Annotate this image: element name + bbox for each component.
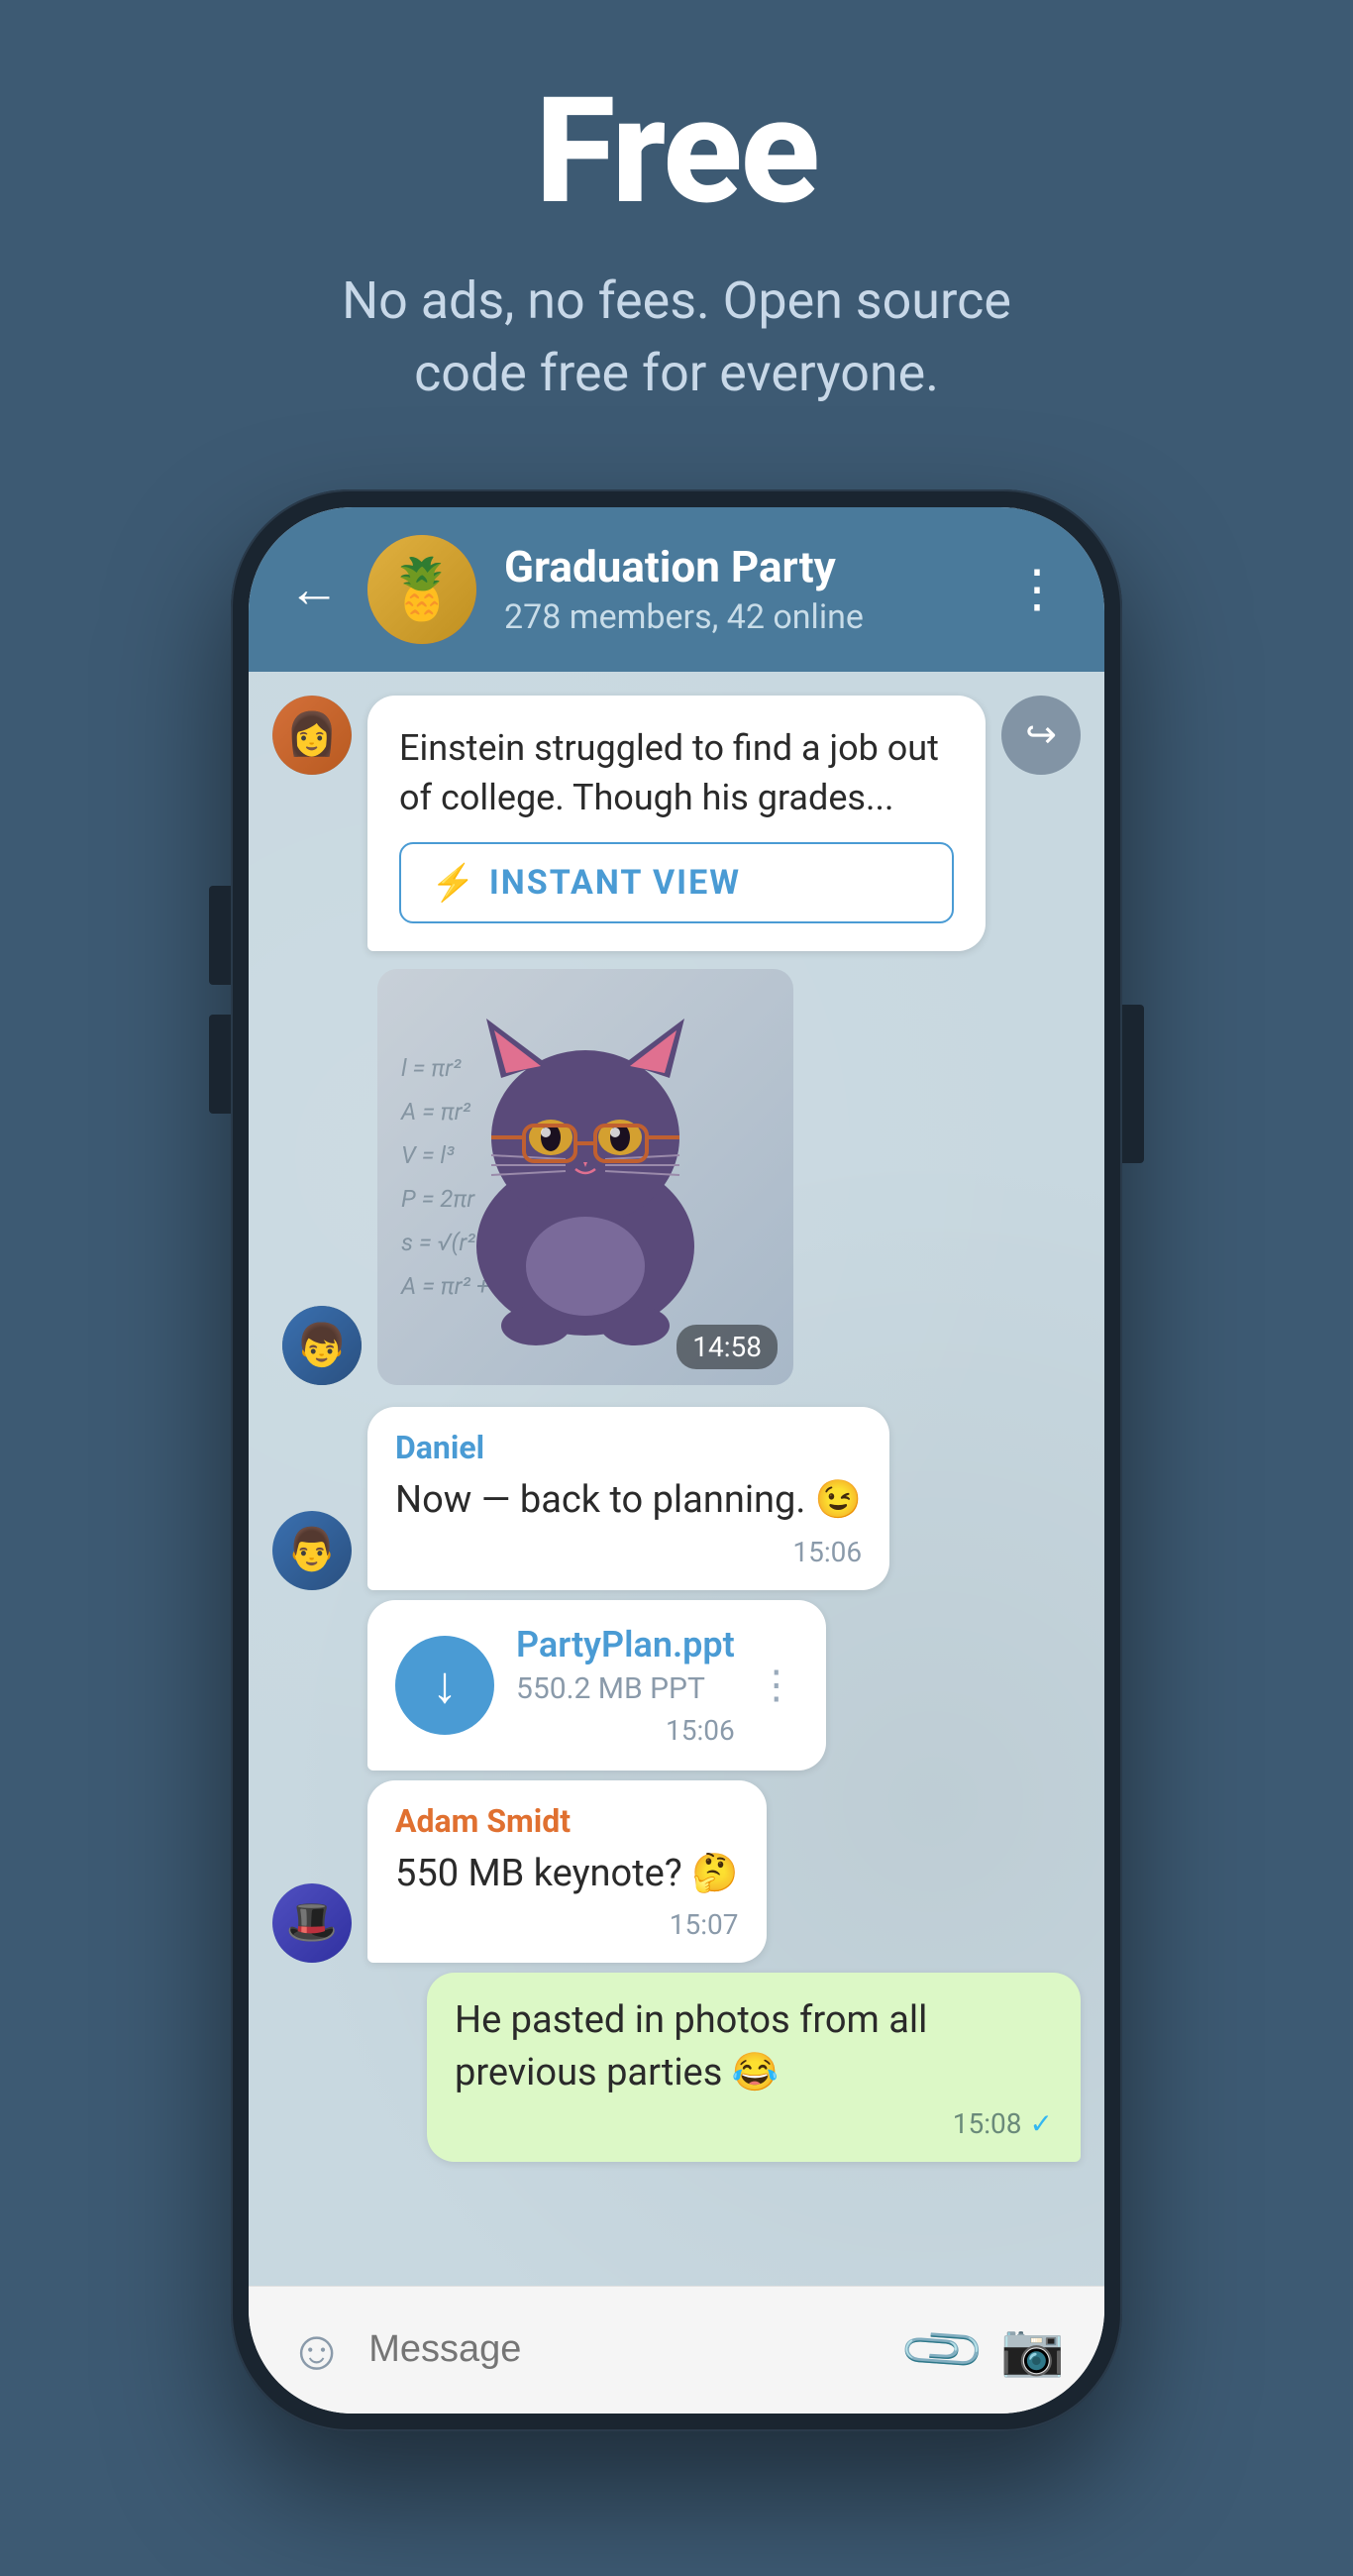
side-buttons-left [209,886,231,1114]
my-message-time-row: 15:08 ✓ [455,2107,1053,2140]
file-download-icon-circle[interactable]: ↓ [395,1636,494,1735]
my-message-text: He pasted in photos from all previous pa… [455,1994,1053,2099]
group-name: Graduation Party [504,541,984,593]
daniel-bubble: Daniel Now — back to planning. 😉 15:06 [367,1407,889,1589]
instant-view-button[interactable]: ⚡ INSTANT VIEW [399,842,954,923]
attach-button[interactable]: 📎 [894,2303,989,2398]
message-checkmark-icon: ✓ [1030,2107,1053,2140]
phone-container: ← 🍍 Graduation Party 278 members, 42 onl… [231,489,1122,2431]
daniel-avatar: 👨 [272,1511,352,1590]
emoji-button[interactable]: ☺ [288,2317,345,2383]
group-members: 278 members, 42 online [504,597,984,637]
power-button [1122,1005,1144,1163]
daniel-message-time: 15:06 [395,1536,862,1568]
adam-message-row: 🎩 Adam Smidt 550 MB keynote? 🤔 15:07 [249,1780,1104,1963]
adam-sender-name: Adam Smidt [395,1802,739,1840]
file-time: 15:06 [516,1714,735,1747]
file-bubble: ↓ PartyPlan.ppt 550.2 MB PPT 15:06 ⋮ [367,1600,826,1771]
file-info: PartyPlan.ppt 550.2 MB PPT 15:06 [516,1624,735,1747]
phone-inner: ← 🍍 Graduation Party 278 members, 42 onl… [249,507,1104,2414]
sticker-area: 👦 l = πr² A = πr² V = l³ P = 2πr s = √(r… [259,969,1104,1385]
chat-header: ← 🍍 Graduation Party 278 members, 42 onl… [249,507,1104,672]
file-more-options[interactable]: ⋮ [757,1662,798,1708]
my-bubble: He pasted in photos from all previous pa… [427,1973,1081,2162]
file-name: PartyPlan.ppt [516,1624,735,1665]
hero-title: Free [535,79,818,226]
sender-avatar-woman: 👩 [272,696,352,775]
daniel-message-row: 👨 Daniel Now — back to planning. 😉 15:06 [249,1407,1104,1589]
daniel-sender-name: Daniel [395,1429,862,1466]
lightning-icon: ⚡ [431,862,475,904]
download-arrow-icon: ↓ [432,1655,458,1715]
adam-avatar: 🎩 [272,1883,352,1963]
daniel-avatar-icon: 👨 [272,1511,352,1590]
chat-input-bar: ☺ 📎 📷 [249,2286,1104,2414]
group-info: Graduation Party 278 members, 42 online [504,541,984,637]
camera-button[interactable]: 📷 [1000,2319,1065,2380]
back-button[interactable]: ← [288,564,340,615]
volume-up-button [209,886,231,985]
share-icon: ↪ [1025,712,1057,757]
sticker-background: l = πr² A = πr² V = l³ P = 2πr s = √(r² … [377,969,793,1385]
chat-body: 👩 Einstein struggled to find a job out o… [249,672,1104,2286]
group-avatar: 🍍 [367,535,476,644]
file-message-row: ↓ PartyPlan.ppt 550.2 MB PPT 15:06 ⋮ [249,1600,1104,1771]
instant-view-label: INSTANT VIEW [489,863,741,903]
instant-view-message-row: 👩 Einstein struggled to find a job out o… [249,696,1104,952]
adam-avatar-icon: 🎩 [272,1883,352,1963]
adam-bubble: Adam Smidt 550 MB keynote? 🤔 15:07 [367,1780,767,1963]
instant-view-preview-text: Einstein struggled to find a job out of … [399,723,954,823]
volume-down-button [209,1015,231,1114]
share-button[interactable]: ↪ [1001,696,1081,775]
instant-view-bubble: Einstein struggled to find a job out of … [367,696,986,952]
my-message-row: He pasted in photos from all previous pa… [249,1973,1104,2162]
my-message-time: 15:08 [953,2107,1022,2140]
avatar-pineapple-icon: 🍍 [367,535,476,644]
file-size: 550.2 MB PPT [516,1671,735,1706]
daniel-message-text: Now — back to planning. 😉 [395,1474,862,1527]
hero-section: Free No ads, no fees. Open source code f… [0,0,1353,470]
message-input[interactable] [368,2310,884,2390]
adam-message-text: 550 MB keynote? 🤔 [395,1848,739,1900]
more-options-button[interactable]: ⋮ [1011,559,1065,619]
adam-message-time: 15:07 [395,1908,739,1941]
woman-avatar-icon: 👩 [272,696,352,775]
sticker-sender-avatar: 👦 [282,1306,362,1385]
hero-subtitle: No ads, no fees. Open source code free f… [290,266,1063,410]
man1-avatar-icon: 👦 [282,1306,362,1385]
cat-sticker-image [437,999,734,1355]
phone-frame: ← 🍍 Graduation Party 278 members, 42 onl… [231,489,1122,2431]
